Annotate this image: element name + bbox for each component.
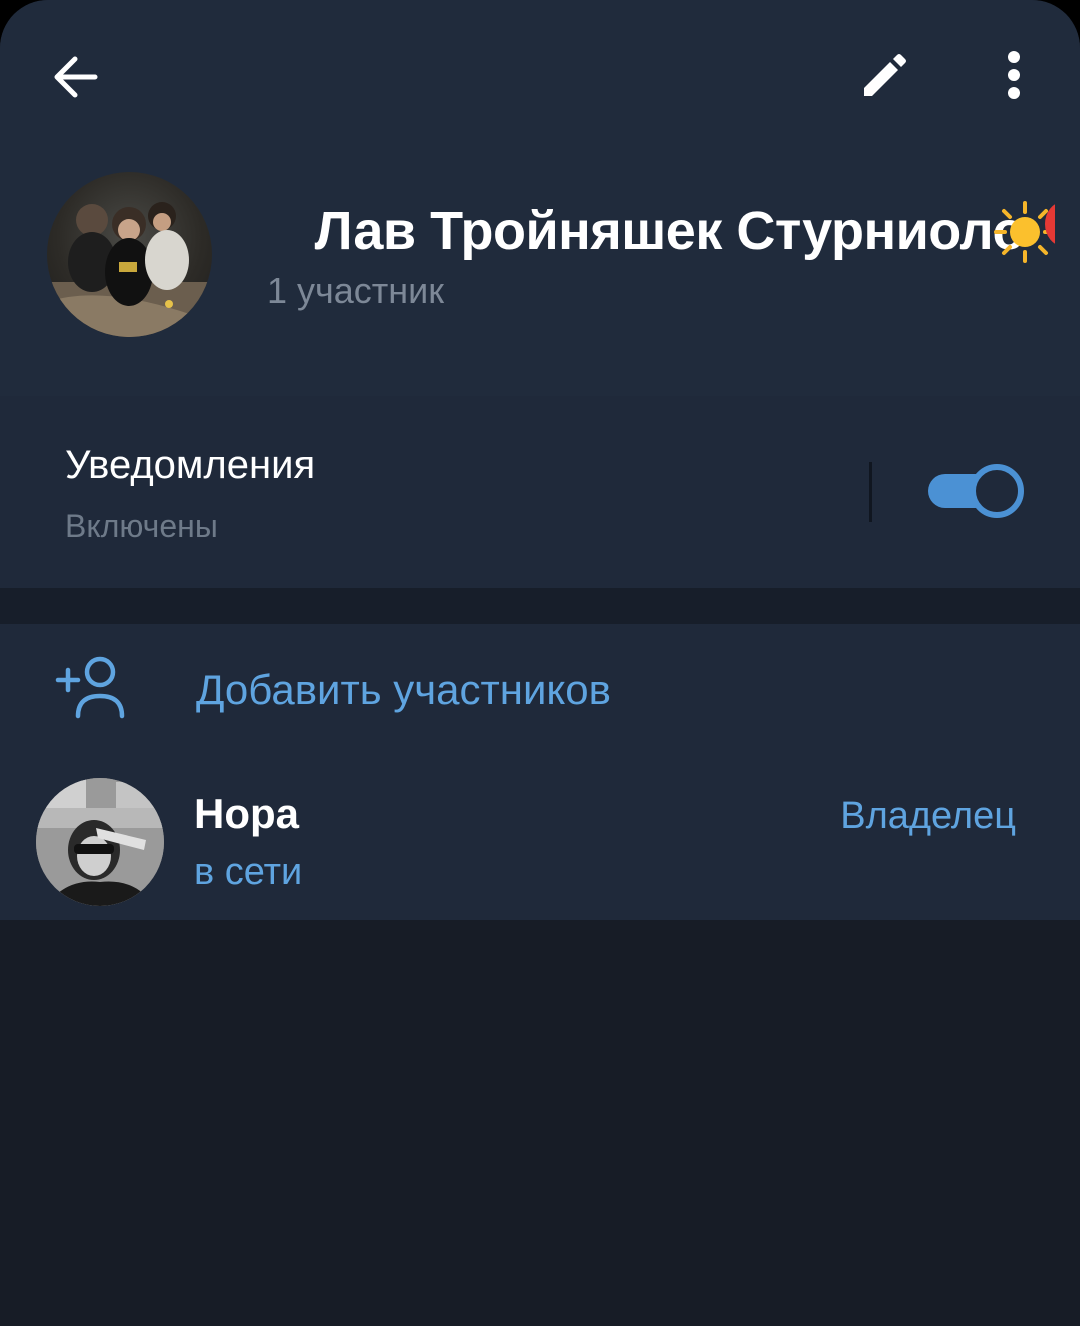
screen: Лав Тройняшек Стурниоло 1 участник Уведо…: [0, 0, 1080, 1326]
member-avatar: [36, 778, 164, 906]
more-options-button[interactable]: [969, 32, 1059, 122]
member-name: Нора: [194, 790, 299, 837]
pencil-icon: [864, 54, 906, 96]
add-members-button[interactable]: Добавить участников: [0, 624, 1080, 754]
members-section: Добавить участников Нора в сети Владелец: [0, 624, 1080, 920]
edit-button[interactable]: [838, 32, 928, 122]
toggle-knob: [970, 464, 1024, 518]
group-photo: [47, 202, 212, 337]
member-photo: [36, 778, 164, 906]
notifications-title: Уведомления: [65, 443, 316, 487]
divider: [869, 462, 872, 522]
arrow-left-icon: [54, 56, 98, 98]
back-button[interactable]: [30, 32, 120, 122]
group-avatar[interactable]: [47, 172, 212, 337]
group-title-wrap: Лав Тройняшек Стурниоло: [265, 196, 1055, 266]
section-gap: [0, 588, 1080, 624]
member-role-badge: Владелец: [840, 795, 1016, 837]
notifications-toggle[interactable]: [926, 464, 1024, 520]
group-header: Лав Тройняшек Стурниоло 1 участник: [0, 0, 1080, 396]
add-user-icon: [55, 656, 125, 719]
add-members-label: Добавить участников: [196, 666, 611, 713]
member-row[interactable]: Нора в сети Владелец: [0, 772, 1080, 912]
notifications-status: Включены: [65, 508, 218, 544]
balloon-emoji-icon: [1045, 204, 1055, 244]
notifications-row[interactable]: Уведомления Включены: [0, 396, 1080, 588]
group-member-count: 1 участник: [267, 270, 445, 311]
group-title: Лав Тройняшек Стурниоло: [314, 201, 1026, 261]
more-vertical-icon: [1008, 51, 1020, 99]
member-status: в сети: [194, 851, 303, 893]
